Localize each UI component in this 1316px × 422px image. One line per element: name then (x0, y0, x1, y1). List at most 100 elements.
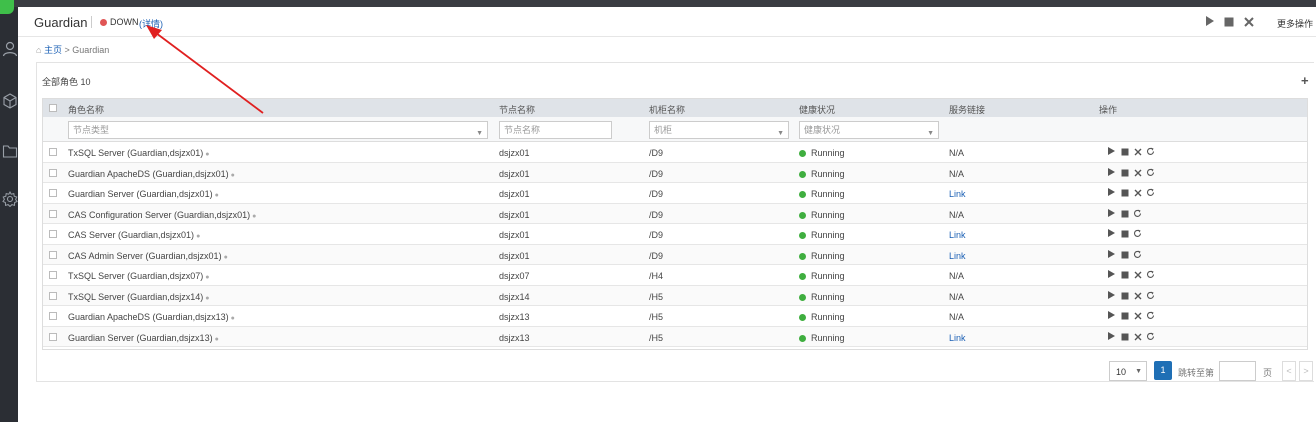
row-actions (1105, 331, 1157, 343)
health-cell: Running (799, 189, 845, 199)
start-icon[interactable] (1105, 249, 1118, 262)
row-checkbox[interactable] (49, 332, 57, 341)
current-page-button[interactable]: 1 (1154, 361, 1172, 380)
table-row: CAS Admin Server (Guardian,dsjzx01) ● dsj… (43, 244, 1307, 265)
stop-icon[interactable] (1118, 333, 1131, 344)
service-link-cell[interactable]: Link (949, 230, 966, 240)
delete-icon[interactable] (1131, 333, 1144, 344)
row-checkbox[interactable] (49, 291, 57, 300)
restart-icon[interactable] (1131, 229, 1144, 241)
row-actions (1105, 187, 1157, 199)
rack-cell: /H5 (649, 312, 664, 322)
stop-icon[interactable] (1118, 148, 1131, 159)
row-checkbox[interactable] (49, 250, 57, 259)
role-name-cell: CAS Admin Server (Guardian,dsjzx01) ● (68, 250, 228, 261)
start-icon[interactable] (1105, 146, 1118, 159)
user-icon[interactable] (2, 41, 18, 57)
start-icon[interactable] (1105, 331, 1118, 344)
delete-icon[interactable] (1131, 271, 1144, 282)
delete-icon[interactable] (1131, 148, 1144, 159)
rack-cell: /D9 (649, 168, 664, 179)
start-icon[interactable] (1105, 208, 1118, 221)
health-dot (799, 191, 806, 198)
next-page-button[interactable]: > (1299, 361, 1313, 381)
row-checkbox[interactable] (49, 271, 57, 279)
node-name-cell: dsjzx07 (499, 271, 530, 281)
prev-page-button[interactable]: < (1282, 361, 1296, 381)
breadcrumb-home[interactable]: 主页 (44, 45, 62, 55)
row-checkbox[interactable] (49, 148, 57, 156)
table-row: Guardian ApacheDS (Guardian,dsjzx01) ● ds… (43, 162, 1307, 183)
folder-icon[interactable] (2, 143, 18, 159)
stop-icon[interactable] (1118, 189, 1131, 200)
node-name-filter[interactable]: 节点名称 (499, 121, 612, 139)
settings-icon[interactable] (2, 190, 18, 208)
role-name-cell: TxSQL Server (Guardian,dsjzx01) ● (68, 148, 210, 158)
health-cell: Running (799, 251, 845, 261)
row-checkbox[interactable] (49, 168, 57, 177)
person-icon: ● (230, 315, 235, 322)
column-node-name[interactable]: 节点名称 (499, 103, 535, 116)
page-size-select[interactable]: 10 ▼ (1109, 361, 1147, 381)
row-actions (1105, 208, 1144, 220)
row-checkbox[interactable] (49, 189, 57, 197)
cube-icon[interactable] (2, 93, 18, 109)
role-type-filter[interactable]: 节点类型 ▼ (68, 121, 488, 139)
stop-icon[interactable] (1118, 312, 1131, 323)
start-icon[interactable] (1105, 228, 1118, 241)
restart-icon[interactable] (1144, 291, 1157, 303)
add-icon[interactable]: + (1301, 73, 1309, 88)
restart-icon[interactable] (1144, 311, 1157, 323)
row-checkbox[interactable] (49, 312, 57, 320)
row-checkbox[interactable] (49, 230, 57, 238)
start-icon[interactable] (1105, 290, 1118, 303)
service-link-cell[interactable]: Link (949, 333, 966, 343)
column-rack-name[interactable]: 机柜名称 (649, 103, 685, 116)
more-actions-button[interactable]: 更多操作 (1277, 17, 1313, 30)
role-name-cell: TxSQL Server (Guardian,dsjzx07) ● (68, 271, 210, 281)
restart-icon[interactable] (1144, 147, 1157, 159)
rack-cell: /D9 (649, 230, 664, 240)
start-icon[interactable] (1105, 310, 1118, 323)
stop-icon[interactable] (1118, 169, 1131, 180)
start-icon[interactable] (1105, 167, 1118, 180)
stop-icon[interactable] (1118, 271, 1131, 282)
delete-icon[interactable] (1131, 312, 1144, 323)
stop-icon[interactable] (1118, 292, 1131, 303)
health-cell: Running (799, 333, 845, 343)
stop-icon[interactable] (1118, 230, 1131, 241)
play-icon[interactable] (1205, 15, 1215, 30)
delete-icon[interactable] (1131, 189, 1144, 200)
details-link[interactable]: (详情) (139, 17, 163, 30)
select-all-checkbox[interactable] (49, 104, 57, 112)
row-actions (1105, 290, 1157, 302)
top-bar (0, 0, 1316, 7)
rack-filter[interactable]: 机柜 ▼ (649, 121, 789, 139)
column-role-name[interactable]: 角色名称 (68, 103, 104, 116)
restart-icon[interactable] (1131, 250, 1144, 262)
rack-cell: /H4 (649, 271, 664, 281)
jump-page-input[interactable] (1219, 361, 1256, 381)
stop-icon[interactable] (1118, 210, 1131, 221)
table-row: Guardian Server (Guardian,dsjzx13) ● dsjz… (43, 326, 1307, 347)
start-icon[interactable] (1105, 187, 1118, 200)
column-operations: 操作 (1099, 105, 1118, 115)
service-link-cell[interactable]: Link (949, 251, 966, 261)
delete-icon[interactable] (1131, 292, 1144, 303)
restart-icon[interactable] (1131, 209, 1144, 221)
health-filter[interactable]: 健康状况 ▼ (799, 121, 939, 139)
restart-icon[interactable] (1144, 168, 1157, 180)
service-link-cell[interactable]: Link (949, 189, 966, 199)
stop-icon[interactable] (1224, 16, 1234, 30)
restart-icon[interactable] (1144, 332, 1157, 344)
start-icon[interactable] (1105, 269, 1118, 282)
person-icon: ● (205, 274, 210, 281)
close-icon[interactable] (1244, 16, 1254, 30)
restart-icon[interactable] (1144, 188, 1157, 200)
restart-icon[interactable] (1144, 270, 1157, 282)
delete-icon[interactable] (1131, 169, 1144, 180)
column-health[interactable]: 健康状况 (799, 103, 835, 116)
stop-icon[interactable] (1118, 251, 1131, 262)
page-title: Guardian (34, 15, 88, 30)
row-checkbox[interactable] (49, 209, 57, 218)
